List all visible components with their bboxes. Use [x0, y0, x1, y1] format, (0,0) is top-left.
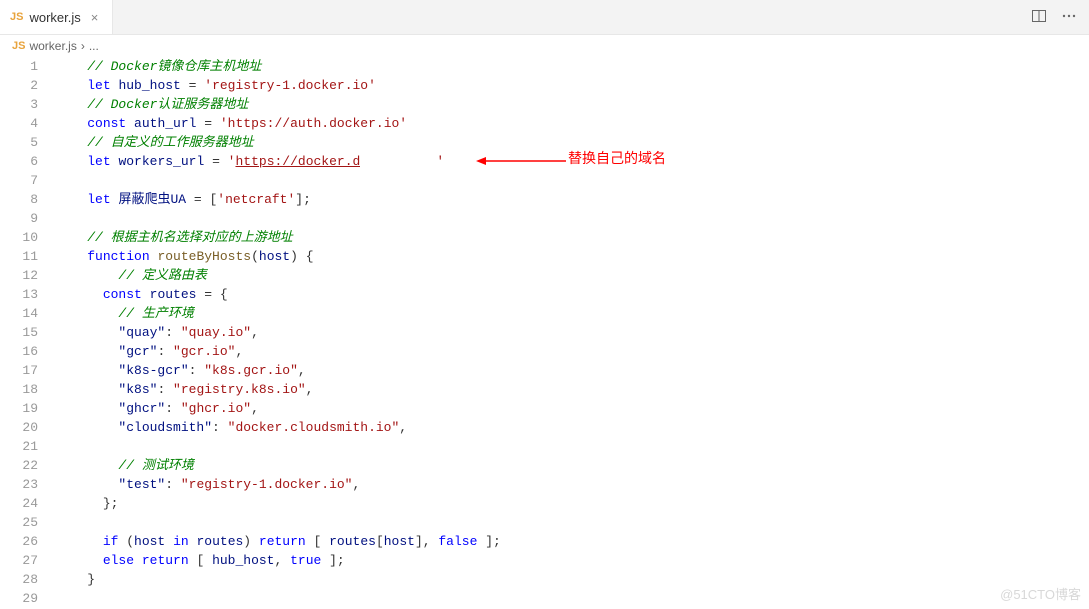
js-file-icon: JS — [12, 40, 25, 52]
code-line — [56, 589, 1089, 608]
code-line: }; — [56, 494, 1089, 513]
code-line: const routes = { — [56, 285, 1089, 304]
code-line — [56, 209, 1089, 228]
code-line: "k8s-gcr": "k8s.gcr.io", — [56, 361, 1089, 380]
code-line: const auth_url = 'https://auth.docker.io… — [56, 114, 1089, 133]
annotation-text: 替换自己的域名 — [568, 149, 666, 168]
code-line: // 定义路由表 — [56, 266, 1089, 285]
code-line: if (host in routes) return [ routes[host… — [56, 532, 1089, 551]
split-editor-icon[interactable] — [1031, 8, 1047, 27]
code-line: "quay": "quay.io", — [56, 323, 1089, 342]
code-line: "test": "registry-1.docker.io", — [56, 475, 1089, 494]
watermark: @51CTO博客 — [1000, 584, 1081, 603]
code-line: // 根据主机名选择对应的上游地址 — [56, 228, 1089, 247]
code-line: // Docker镜像仓库主机地址 — [56, 57, 1089, 76]
code-line: "ghcr": "ghcr.io", — [56, 399, 1089, 418]
code-line: } — [56, 570, 1089, 589]
close-icon[interactable]: × — [87, 8, 103, 27]
line-number-gutter: 12345 678910 1112131415 1617181920 21222… — [0, 57, 56, 608]
code-editor[interactable]: 12345 678910 1112131415 1617181920 21222… — [0, 57, 1089, 608]
annotation-arrow — [476, 155, 566, 167]
code-line: let 屏蔽爬虫UA = ['netcraft']; — [56, 190, 1089, 209]
redacted-area — [360, 155, 436, 168]
titlebar-actions — [1031, 0, 1089, 34]
breadcrumb-sep: › — [81, 39, 85, 53]
breadcrumb-file: worker.js — [29, 39, 76, 53]
js-file-icon: JS — [10, 11, 23, 23]
tab-bar: JS worker.js × — [0, 0, 1089, 35]
code-line: // Docker认证服务器地址 — [56, 95, 1089, 114]
more-actions-icon[interactable] — [1061, 8, 1077, 27]
code-line: let hub_host = 'registry-1.docker.io' — [56, 76, 1089, 95]
code-line: // 生产环境 — [56, 304, 1089, 323]
code-line — [56, 437, 1089, 456]
breadcrumb-rest: ... — [89, 39, 99, 53]
code-line: else return [ hub_host, true ]; — [56, 551, 1089, 570]
code-line: "cloudsmith": "docker.cloudsmith.io", — [56, 418, 1089, 437]
code-line — [56, 171, 1089, 190]
code-line: // 测试环境 — [56, 456, 1089, 475]
code-line: function routeByHosts(host) { — [56, 247, 1089, 266]
code-line — [56, 513, 1089, 532]
tab-worker-js[interactable]: JS worker.js × — [0, 0, 113, 34]
code-content[interactable]: // Docker镜像仓库主机地址 let hub_host = 'regist… — [56, 57, 1089, 608]
breadcrumb[interactable]: JS worker.js › ... — [0, 35, 1089, 57]
tab-label: worker.js — [29, 10, 80, 25]
code-line: "k8s": "registry.k8s.io", — [56, 380, 1089, 399]
code-line: "gcr": "gcr.io", — [56, 342, 1089, 361]
